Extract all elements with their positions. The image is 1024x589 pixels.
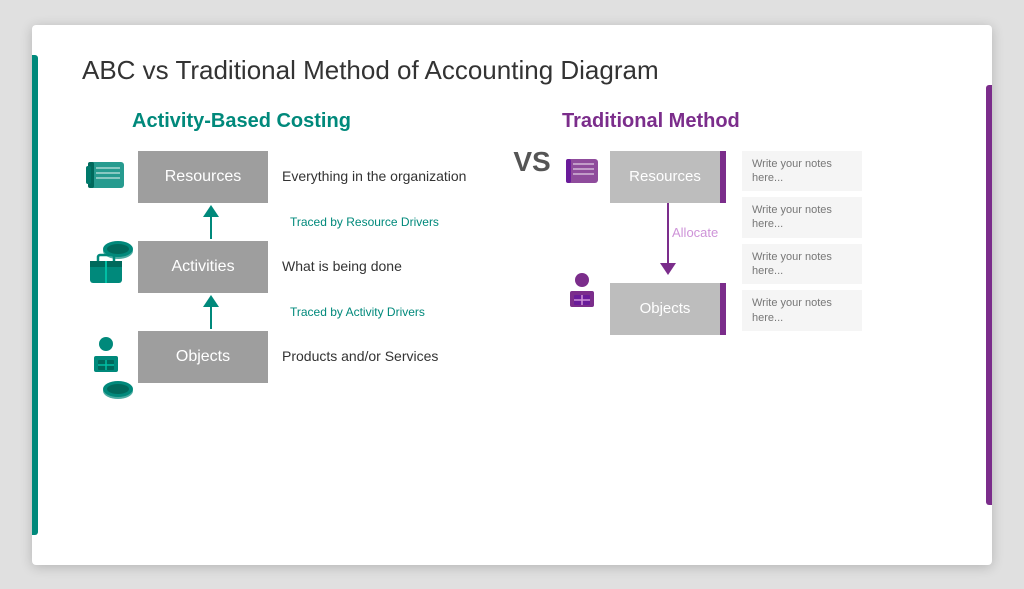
notes-column: Write your notes here... Write your note…	[742, 151, 862, 331]
resources-desc: Everything in the organization	[282, 167, 466, 187]
resources-icon	[82, 153, 130, 201]
resource-arrow-up	[203, 205, 219, 217]
note-4: Write your notes here...	[742, 290, 862, 331]
activity-driver-section: Traced by Activity Drivers	[82, 295, 502, 329]
objects-desc: Products and/or Services	[282, 347, 438, 367]
note-2: Write your notes here...	[742, 197, 862, 238]
purple-accent-bar	[986, 85, 992, 505]
vs-separator: VS	[502, 110, 562, 383]
trad-arrow-line	[667, 203, 669, 263]
activity-arrow-line	[210, 307, 212, 329]
trad-arrow-down	[660, 263, 676, 275]
activity-arrow-col	[146, 295, 276, 329]
resources-box: Resources	[138, 151, 268, 203]
activity-arrow-up	[203, 295, 219, 307]
note-1: Write your notes here...	[742, 151, 862, 192]
abc-activities-row: Activities What is being done	[82, 241, 502, 293]
traditional-side: Traditional Method	[562, 110, 952, 383]
resource-driver-section: Traced by Resource Drivers	[82, 205, 502, 239]
trad-objects-wrap: Objects	[610, 283, 726, 335]
resource-driver-label: Traced by Resource Drivers	[290, 215, 439, 229]
vs-label: VS	[513, 148, 550, 176]
allocate-label: Allocate	[672, 225, 718, 240]
activity-driver-label: Traced by Activity Drivers	[290, 305, 425, 319]
abc-objects-row: Objects Products and/or Services	[82, 331, 502, 383]
objects-icon	[82, 333, 130, 381]
diagram-area: Activity-Based Costing	[82, 110, 952, 383]
trad-allocate-section: Allocate	[660, 203, 676, 283]
trad-objects-box: Objects	[610, 283, 720, 335]
trad-objects-icon	[562, 271, 602, 315]
activities-box: Activities	[138, 241, 268, 293]
activities-desc: What is being done	[282, 257, 402, 277]
abc-rows: Resources Everything in the organization…	[82, 151, 502, 383]
teal-accent-bar	[32, 55, 38, 535]
abc-heading: Activity-Based Costing	[132, 110, 351, 133]
resource-arrow-col	[146, 205, 276, 239]
trad-resources-wrap: Resources	[610, 151, 726, 203]
abc-side: Activity-Based Costing	[82, 110, 502, 383]
traditional-heading: Traditional Method	[562, 110, 740, 133]
slide-title: ABC vs Traditional Method of Accounting …	[82, 55, 952, 86]
objects-box: Objects	[138, 331, 268, 383]
note-3: Write your notes here...	[742, 244, 862, 285]
resource-arrow-line	[210, 217, 212, 239]
abc-resources-row: Resources Everything in the organization	[82, 151, 502, 203]
trad-resources-accent	[720, 151, 726, 203]
trad-resources-box: Resources	[610, 151, 720, 203]
traditional-content: Resources Allocate	[562, 151, 952, 335]
trad-resources-icon	[562, 155, 602, 191]
trad-objects-accent	[720, 283, 726, 335]
slide: ABC vs Traditional Method of Accounting …	[32, 25, 992, 565]
